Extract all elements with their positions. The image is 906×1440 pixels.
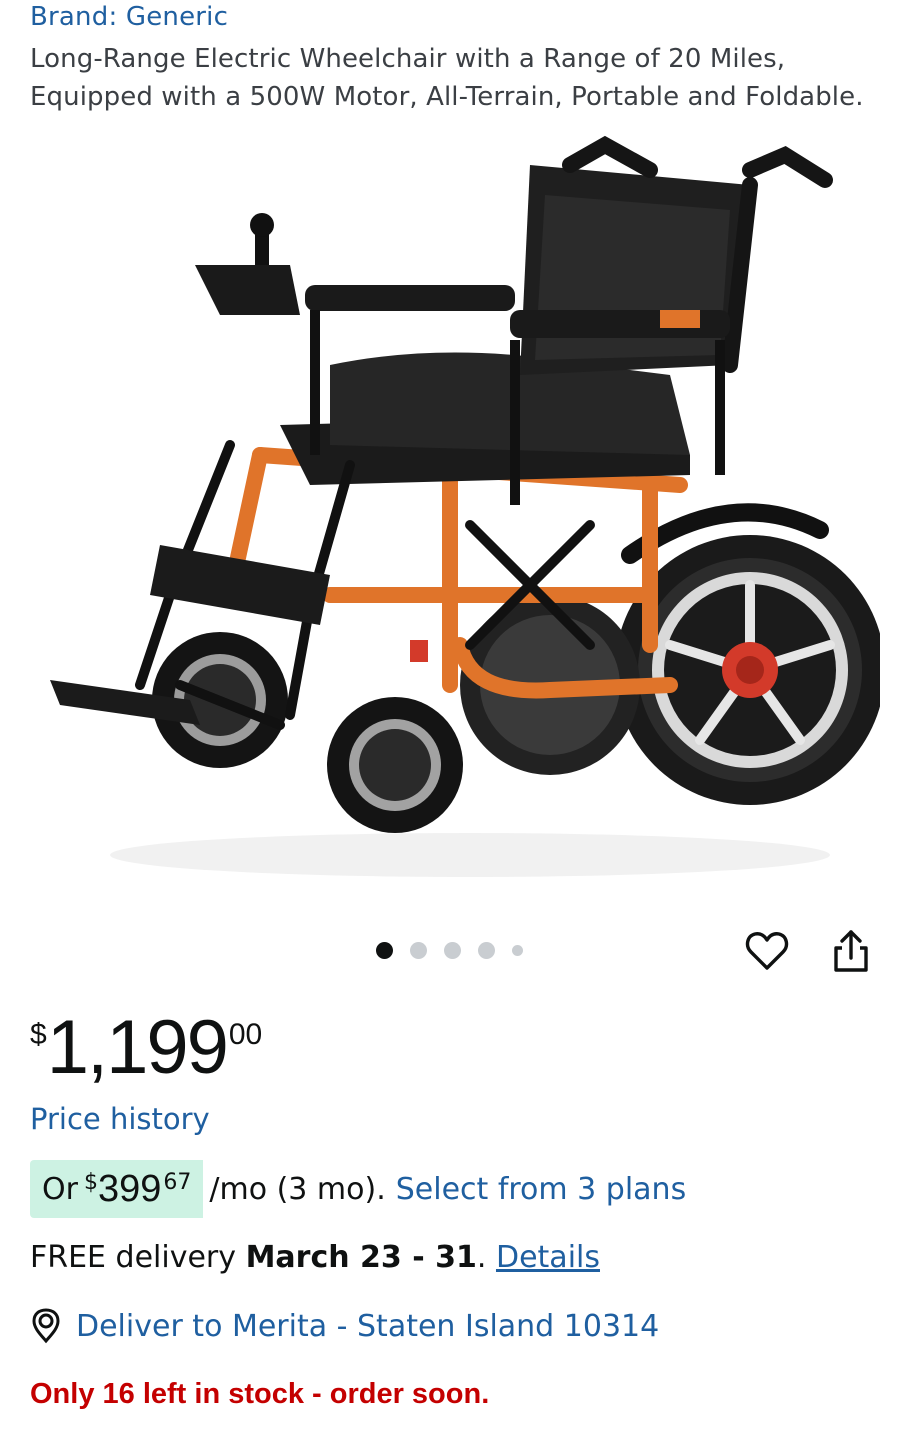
product-title-line2: Equipped with a 500W Motor, All-Terrain,… (30, 82, 864, 112)
brand-link[interactable]: Brand: Generic (30, 2, 228, 32)
delivery-dates: March 23 - 31 (245, 1240, 477, 1275)
delivery-suffix: . (476, 1240, 487, 1275)
stock-status: Only 16 left in stock - order soon. (30, 1378, 490, 1410)
select-plans-link[interactable]: Select from 3 plans (396, 1172, 686, 1207)
price-currency: $ (30, 1018, 47, 1051)
installment-currency: $ (83, 1170, 98, 1195)
location-pin-icon (32, 1308, 60, 1344)
carousel-dot[interactable] (512, 945, 523, 956)
deliver-to-text: Deliver to Merita - Staten Island 10314 (76, 1308, 660, 1344)
deliver-to-location[interactable]: Deliver to Merita - Staten Island 10314 (30, 1308, 659, 1344)
installment-cents: 67 (163, 1170, 192, 1195)
carousel-dot[interactable] (444, 942, 461, 959)
image-carousel-dots[interactable] (376, 942, 523, 959)
delivery-prefix: FREE delivery (30, 1240, 237, 1275)
product-title: Long-Range Electric Wheelchair with a Ra… (30, 40, 890, 116)
delivery-info: FREE delivery March 23 - 31. Details (30, 1240, 600, 1275)
carousel-dot[interactable] (410, 942, 427, 959)
price: $ 1,199 00 (30, 1008, 262, 1088)
price-fraction: 00 (228, 1018, 263, 1051)
share-icon[interactable] (828, 928, 874, 976)
product-image[interactable] (30, 125, 880, 915)
installment-offer: Or $ 399 67 /mo (3 mo). Select from 3 pl… (30, 1160, 686, 1218)
price-history-link[interactable]: Price history (30, 1102, 210, 1136)
heart-icon[interactable] (744, 928, 790, 974)
front-wheel-right (327, 697, 463, 833)
product-title-line1: Long-Range Electric Wheelchair with a Ra… (30, 44, 786, 74)
delivery-details-link[interactable]: Details (496, 1240, 600, 1275)
installment-pill: Or $ 399 67 (30, 1160, 204, 1218)
carousel-dot[interactable] (376, 942, 393, 959)
carousel-dot[interactable] (478, 942, 495, 959)
price-whole: 1,199 (46, 1005, 229, 1090)
installment-amount: 399 (97, 1167, 162, 1210)
installment-terms: /mo (3 mo). (209, 1171, 386, 1207)
installment-prefix: Or (42, 1171, 78, 1207)
